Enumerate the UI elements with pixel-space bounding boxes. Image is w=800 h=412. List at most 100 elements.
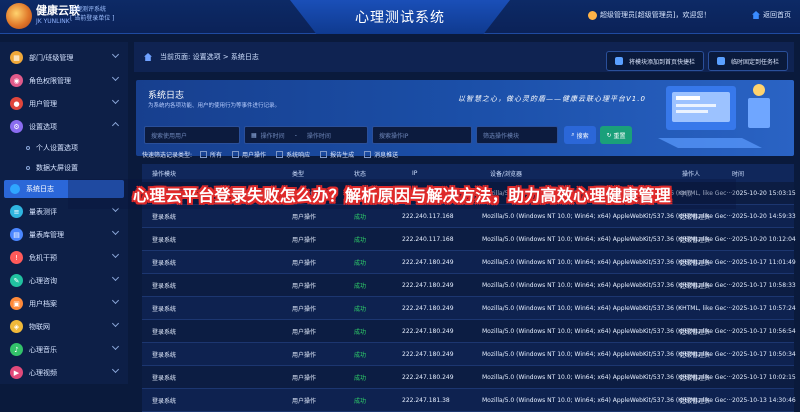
checkbox-icon [232, 151, 240, 158]
page-title: 系统日志 [148, 91, 185, 101]
file-icon: ▣ [10, 297, 23, 310]
cell-type: 用户操作 [292, 351, 317, 359]
user-search-placeholder: 搜索使用用户 [151, 132, 188, 140]
iot-icon: ◈ [10, 320, 23, 333]
sidebar-item-label: 心理视频 [29, 368, 57, 377]
cell-time: 2025-10-20 15:03:15 [732, 189, 796, 197]
logo[interactable]: 健康云联 JK YUNLINK [6, 3, 80, 29]
chevron-down-icon [111, 296, 120, 305]
cell-module: 登录系统 [152, 305, 177, 313]
scale-icon: ≡ [10, 205, 23, 218]
sidebar-item-label: 量表库管理 [29, 230, 64, 239]
shortcut-icon [615, 57, 623, 65]
pin-tab-button[interactable]: 临时固定到任务栏 [708, 51, 789, 71]
reset-button[interactable]: ↻ 重置 [600, 126, 632, 144]
start-time-placeholder: 操作时间 [260, 132, 285, 140]
cell-type: 用户操作 [292, 397, 317, 405]
user-info[interactable]: 超级管理员[超级管理员]，欢迎您！ [588, 10, 710, 20]
cell-type: 用户操作 [292, 328, 317, 336]
chevron-down-icon [111, 73, 120, 82]
cell-ip: 222.247.180.249 [402, 327, 454, 335]
cell-module: 登录系统 [152, 236, 177, 244]
module-select[interactable]: 筛选操作模块 [476, 126, 558, 144]
chevron-down-icon [111, 50, 120, 59]
sidebar-item-music[interactable]: ♪ 心理音乐 [0, 338, 128, 361]
sidebar-item-counseling[interactable]: ✎ 心理咨询 [0, 269, 128, 292]
sidebar-item-label: 危机干预 [29, 253, 57, 262]
table-row[interactable]: 登录系统 用户操作 成功 222.247.180.249 Mozilla/5.0 (Wi… [142, 251, 796, 274]
gear-icon: ⚙ [10, 120, 23, 133]
user-icon: ● [10, 97, 23, 110]
module-select-placeholder: 筛选操作模块 [483, 132, 520, 140]
time-range-input[interactable]: ▦ 操作时间 - 操作时间 [244, 126, 368, 144]
table-row[interactable]: 登录系统 用户操作 成功 222.247.180.249 Mozilla/5.0 (Wi… [142, 274, 796, 297]
cell-operator: 超级管理员 [680, 328, 711, 336]
chevron-down-icon [111, 342, 120, 351]
sidebar-subitem-dashboard-settings[interactable]: 数据大屏设置 [0, 158, 128, 178]
cell-type: 用户操作 [292, 236, 317, 244]
filter-option-report[interactable]: 报告生成 [320, 150, 354, 159]
alert-icon: ! [10, 251, 23, 264]
sidebar-item-user-archive[interactable]: ▣ 用户档案 [0, 292, 128, 315]
filter-option-system-response[interactable]: 系统响应 [276, 150, 310, 159]
chevron-up-icon [111, 121, 120, 130]
banner-illustration-icon [658, 84, 770, 148]
table-row[interactable]: 登录系统 用户操作 成功 222.247.180.249 Mozilla/5.0 (Wi… [142, 297, 796, 320]
add-shortcut-button[interactable]: 将模块添加到首页快捷栏 [606, 51, 705, 71]
cell-module: 登录系统 [152, 259, 177, 267]
cell-ip: 222.247.180.249 [402, 281, 454, 289]
sidebar-subitem-personal-settings[interactable]: 个人设置选项 [0, 138, 128, 158]
sidebar-item-roles[interactable]: ◉ 角色权限管理 [0, 69, 128, 92]
video-icon: ▶ [10, 366, 23, 379]
calendar-icon: ▦ [251, 131, 257, 139]
home-button[interactable]: 返回首页 [752, 10, 791, 20]
sidebar-item-video[interactable]: ▶ 心理视频 [0, 361, 128, 384]
pin-icon [717, 57, 725, 65]
chat-icon: ✎ [10, 274, 23, 287]
ip-search-input[interactable]: 搜索操作IP [372, 126, 472, 144]
sidebar-item-label: 用户管理 [29, 99, 57, 108]
app-title-plate: 心理测试系统 [290, 0, 510, 34]
dot-icon [26, 146, 30, 150]
table-row[interactable]: 登录系统 用户操作 成功 222.247.180.249 Mozilla/5.0 (Wi… [142, 366, 796, 389]
filter-option-label: 所有 [210, 152, 223, 159]
sidebar-item-crisis[interactable]: ! 危机干预 [0, 246, 128, 269]
cell-ip: 222.247.180.249 [402, 373, 454, 381]
user-search-input[interactable]: 搜索使用用户 [144, 126, 240, 144]
sidebar-item-iot[interactable]: ◈ 物联网 [0, 315, 128, 338]
sidebar-item-users[interactable]: ● 用户管理 [0, 92, 128, 115]
sidebar-item-department[interactable]: ▦ 部门/班级管理 [0, 46, 128, 69]
checkbox-icon [364, 151, 372, 158]
cell-type: 用户操作 [292, 259, 317, 267]
cell-status: 成功 [354, 282, 367, 290]
reset-button-label: 重置 [613, 132, 626, 140]
table-row[interactable]: 登录系统 用户操作 成功 222.247.180.249 Mozilla/5.0 (Wi… [142, 343, 796, 366]
sidebar-item-scale-library[interactable]: ▤ 量表库管理 [0, 223, 128, 246]
sidebar-item-settings[interactable]: ⚙ 设置选项 [0, 115, 128, 138]
table-row[interactable]: 登录系统 用户操作 成功 222.247.181.38 Mozilla/5.0 (Win… [142, 389, 796, 412]
filter-option-message[interactable]: 消息推送 [364, 150, 398, 159]
checkbox-icon [276, 151, 284, 158]
sidebar-item-label: 物联网 [29, 322, 50, 331]
quick-filter-label: 快速筛选记录类型: [142, 152, 193, 159]
cell-type: 用户操作 [292, 282, 317, 290]
sidebar-item-label: 角色权限管理 [29, 76, 71, 85]
cell-time: 2025-10-17 10:02:15 [732, 373, 796, 381]
subtitle-line2: [ 当前登录单位 ] [70, 15, 115, 22]
building-icon: ▦ [10, 51, 23, 64]
cell-ip: 222.247.180.249 [402, 304, 454, 312]
filter-option-label: 报告生成 [330, 152, 355, 159]
breadcrumb-text: 当前页面: 设置选项 > 系统日志 [160, 53, 259, 61]
table-row[interactable]: 登录系统 用户操作 成功 222.247.180.249 Mozilla/5.0 (Wi… [142, 320, 796, 343]
cell-status: 成功 [354, 259, 367, 267]
filter-option-all[interactable]: 所有 [200, 150, 222, 159]
cell-module: 登录系统 [152, 351, 177, 359]
quick-filter: 快速筛选记录类型: 所有 用户操作 系统响应 报告生成 消息推送 [142, 150, 408, 159]
search-button[interactable]: ⌕ 搜索 [564, 126, 596, 144]
cell-status: 成功 [354, 397, 367, 405]
chevron-down-icon [111, 273, 120, 282]
user-welcome-text: 超级管理员[超级管理员]，欢迎您！ [600, 11, 711, 19]
table-row[interactable]: 登录系统 用户操作 成功 222.240.117.168 Mozilla/5.0 (Wi… [142, 228, 796, 251]
checkbox-icon [320, 151, 328, 158]
filter-option-user-action[interactable]: 用户操作 [232, 150, 266, 159]
